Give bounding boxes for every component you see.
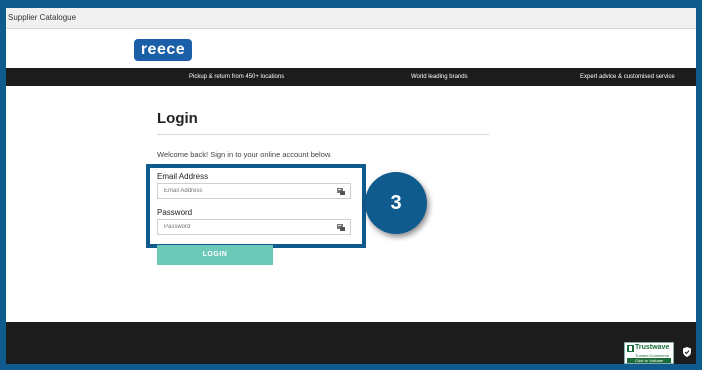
benefit-brands: World leading brands: [411, 74, 468, 80]
footer: Trustwave Trusted Commerce Click to Vali…: [6, 322, 696, 364]
email-field-wrapper: [157, 183, 351, 199]
title-divider: [157, 134, 489, 135]
trustwave-validate: Click to Validate: [627, 358, 671, 363]
email-field[interactable]: [158, 184, 324, 198]
password-label: Password: [157, 208, 193, 217]
password-manager-icon[interactable]: [337, 187, 345, 195]
trustwave-logo-icon: [627, 345, 634, 352]
login-button[interactable]: LOGIN: [157, 245, 273, 265]
reece-logo[interactable]: reece: [134, 39, 192, 61]
tab-bar: Supplier Catalogue: [6, 8, 696, 29]
password-field-wrapper: [157, 219, 351, 235]
trustwave-badge[interactable]: Trustwave Trusted Commerce Click to Vali…: [624, 342, 674, 364]
tab-supplier-catalogue[interactable]: Supplier Catalogue: [8, 8, 76, 28]
step-number-badge: 3: [365, 172, 427, 234]
shield-check-icon: [683, 347, 691, 357]
trustwave-name: Trustwave: [635, 344, 670, 351]
page-title: Login: [157, 110, 198, 127]
welcome-text: Welcome back! Sign in to your online acc…: [157, 150, 332, 159]
password-field[interactable]: [158, 220, 324, 234]
benefit-pickup: Pickup & return from 450+ locations: [189, 74, 285, 80]
email-label: Email Address: [157, 172, 209, 181]
benefits-bar: Pickup & return from 450+ locations Worl…: [6, 68, 696, 86]
browser-frame: Supplier Catalogue reece Pickup & return…: [6, 8, 696, 364]
benefit-advice: Expert advice & customised service: [580, 74, 675, 80]
password-manager-icon[interactable]: [337, 223, 345, 231]
